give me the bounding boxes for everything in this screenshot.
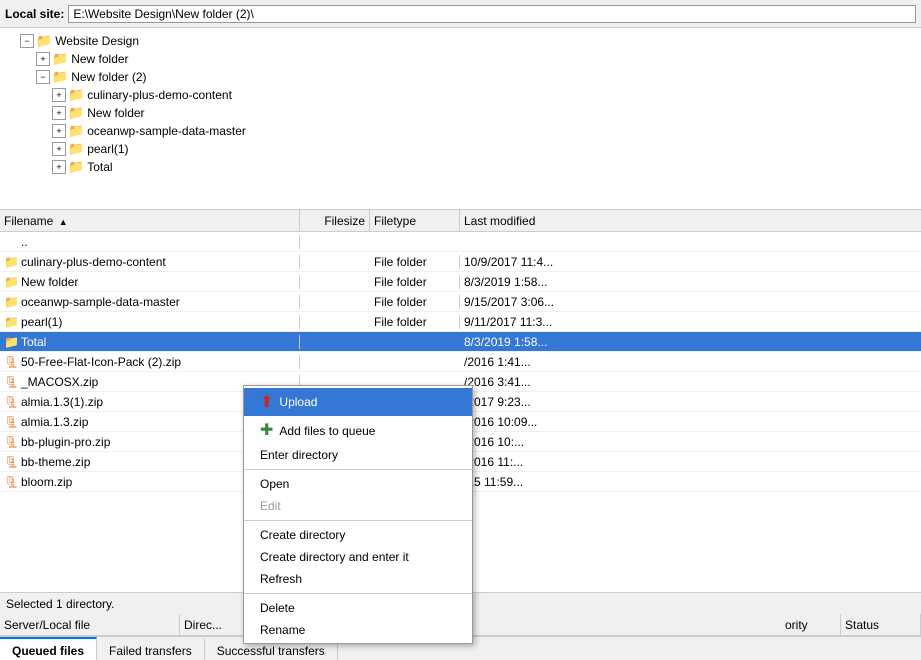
- file-list-header: Filename ▲ Filesize Filetype Last modifi…: [0, 210, 921, 232]
- folder-icon: 📁: [68, 141, 84, 157]
- context-menu-rename[interactable]: Rename: [244, 619, 472, 641]
- folder-icon: 📁: [4, 275, 18, 289]
- zip-icon: 🗜: [4, 475, 18, 489]
- file-row-culinary[interactable]: 📁culinary-plus-demo-content File folder …: [0, 252, 921, 272]
- col-header-filename[interactable]: Filename ▲: [0, 210, 300, 232]
- ctx-separator-2: [244, 520, 472, 521]
- zip-icon: 🗜: [4, 375, 18, 389]
- context-menu-create-dir-enter[interactable]: Create directory and enter it: [244, 546, 472, 568]
- tree-item-total[interactable]: + 📁 Total: [0, 158, 921, 176]
- addfiles-dot-icon: ✚: [260, 422, 273, 439]
- context-menu-delete[interactable]: Delete: [244, 597, 472, 619]
- zip-icon: 🗜: [4, 355, 18, 369]
- expand-btn[interactable]: +: [36, 52, 50, 66]
- zip-icon: 🗜: [4, 395, 18, 409]
- file-row-oceanwp[interactable]: 📁oceanwp-sample-data-master File folder …: [0, 292, 921, 312]
- tree-label: Website Design: [55, 34, 139, 48]
- expand-btn[interactable]: −: [36, 70, 50, 84]
- file-list-area: Filename ▲ Filesize Filetype Last modifi…: [0, 210, 921, 592]
- tree-item-pearl[interactable]: + 📁 pearl(1): [0, 140, 921, 158]
- tab-failed-transfers[interactable]: Failed transfers: [97, 637, 205, 660]
- ctx-separator-1: [244, 469, 472, 470]
- folder-icon: 📁: [4, 255, 18, 269]
- bottom-col-ority: ority: [781, 614, 841, 636]
- tree-label: New folder: [71, 52, 128, 66]
- tree-item-website-design[interactable]: − 📁 Website Design: [0, 32, 921, 50]
- folder-icon: 📁: [68, 105, 84, 121]
- file-row-zip1[interactable]: 🗜50-Free-Flat-Icon-Pack (2).zip /2016 1:…: [0, 352, 921, 372]
- tree-item-new-folder-l2[interactable]: + 📁 New folder: [0, 104, 921, 122]
- tab-queued-files[interactable]: Queued files: [0, 637, 97, 660]
- zip-icon: 🗜: [4, 415, 18, 429]
- tree-label: pearl(1): [87, 142, 128, 156]
- tree-item-new-folder-2[interactable]: − 📁 New folder (2): [0, 68, 921, 86]
- context-menu-edit[interactable]: Edit: [244, 495, 472, 517]
- context-menu-refresh[interactable]: Refresh: [244, 568, 472, 590]
- status-text: Selected 1 directory.: [6, 597, 115, 611]
- bottom-col-direc: Direc...: [180, 614, 250, 636]
- expand-btn[interactable]: +: [52, 124, 66, 138]
- tree-label: New folder (2): [71, 70, 146, 84]
- file-row-pearl[interactable]: 📁pearl(1) File folder 9/11/2017 11:3...: [0, 312, 921, 332]
- context-menu-add-files[interactable]: ✚Add files to queue: [244, 416, 472, 444]
- context-menu-open[interactable]: Open: [244, 473, 472, 495]
- expand-btn[interactable]: +: [52, 88, 66, 102]
- context-menu: ⬆ Upload ✚Add files to queue Enter direc…: [243, 385, 473, 644]
- tree-label: oceanwp-sample-data-master: [87, 124, 246, 138]
- zip-icon: 🗜: [4, 455, 18, 469]
- expand-btn[interactable]: +: [52, 106, 66, 120]
- folder-icon: 📁: [4, 335, 18, 349]
- folder-icon: 📁: [52, 69, 68, 85]
- expand-btn[interactable]: +: [52, 142, 66, 156]
- tree-label: culinary-plus-demo-content: [87, 88, 232, 102]
- file-row-total[interactable]: 📁Total 8/3/2019 1:58...: [0, 332, 921, 352]
- local-site-label: Local site:: [5, 7, 64, 21]
- dotdot-icon: [4, 235, 18, 249]
- folder-icon: 📁: [52, 51, 68, 67]
- folder-icon: 📁: [68, 123, 84, 139]
- folder-icon: 📁: [68, 87, 84, 103]
- tree-item-new-folder[interactable]: + 📁 New folder: [0, 50, 921, 68]
- expand-btn[interactable]: −: [20, 34, 34, 48]
- context-menu-create-dir[interactable]: Create directory: [244, 524, 472, 546]
- file-row-newfolder[interactable]: 📁New folder File folder 8/3/2019 1:58...: [0, 272, 921, 292]
- folder-icon: 📁: [68, 159, 84, 175]
- bottom-col-status: Status: [841, 614, 921, 636]
- zip-icon: 🗜: [4, 435, 18, 449]
- tree-item-culinary[interactable]: + 📁 culinary-plus-demo-content: [0, 86, 921, 104]
- local-site-path-input[interactable]: [68, 5, 916, 23]
- folder-icon: 📁: [36, 33, 52, 49]
- col-header-filetype[interactable]: Filetype: [370, 210, 460, 232]
- expand-btn[interactable]: +: [52, 160, 66, 174]
- tree-label: New folder: [87, 106, 144, 120]
- tree-item-oceanwp[interactable]: + 📁 oceanwp-sample-data-master: [0, 122, 921, 140]
- directory-tree: − 📁 Website Design + 📁 New folder − 📁 Ne…: [0, 28, 921, 210]
- upload-arrow-icon: ⬆: [260, 392, 273, 412]
- bottom-col-server: Server/Local file: [0, 614, 180, 636]
- file-row-dotdot[interactable]: ..: [0, 232, 921, 252]
- context-menu-upload[interactable]: ⬆ Upload: [244, 388, 472, 416]
- col-header-filesize[interactable]: Filesize: [300, 210, 370, 232]
- folder-icon: 📁: [4, 315, 18, 329]
- col-header-lastmodified[interactable]: Last modified: [460, 210, 590, 232]
- tree-label: Total: [87, 160, 112, 174]
- folder-icon: 📁: [4, 295, 18, 309]
- context-menu-enter-dir[interactable]: Enter directory: [244, 444, 472, 466]
- ctx-separator-3: [244, 593, 472, 594]
- local-site-bar: Local site:: [0, 0, 921, 28]
